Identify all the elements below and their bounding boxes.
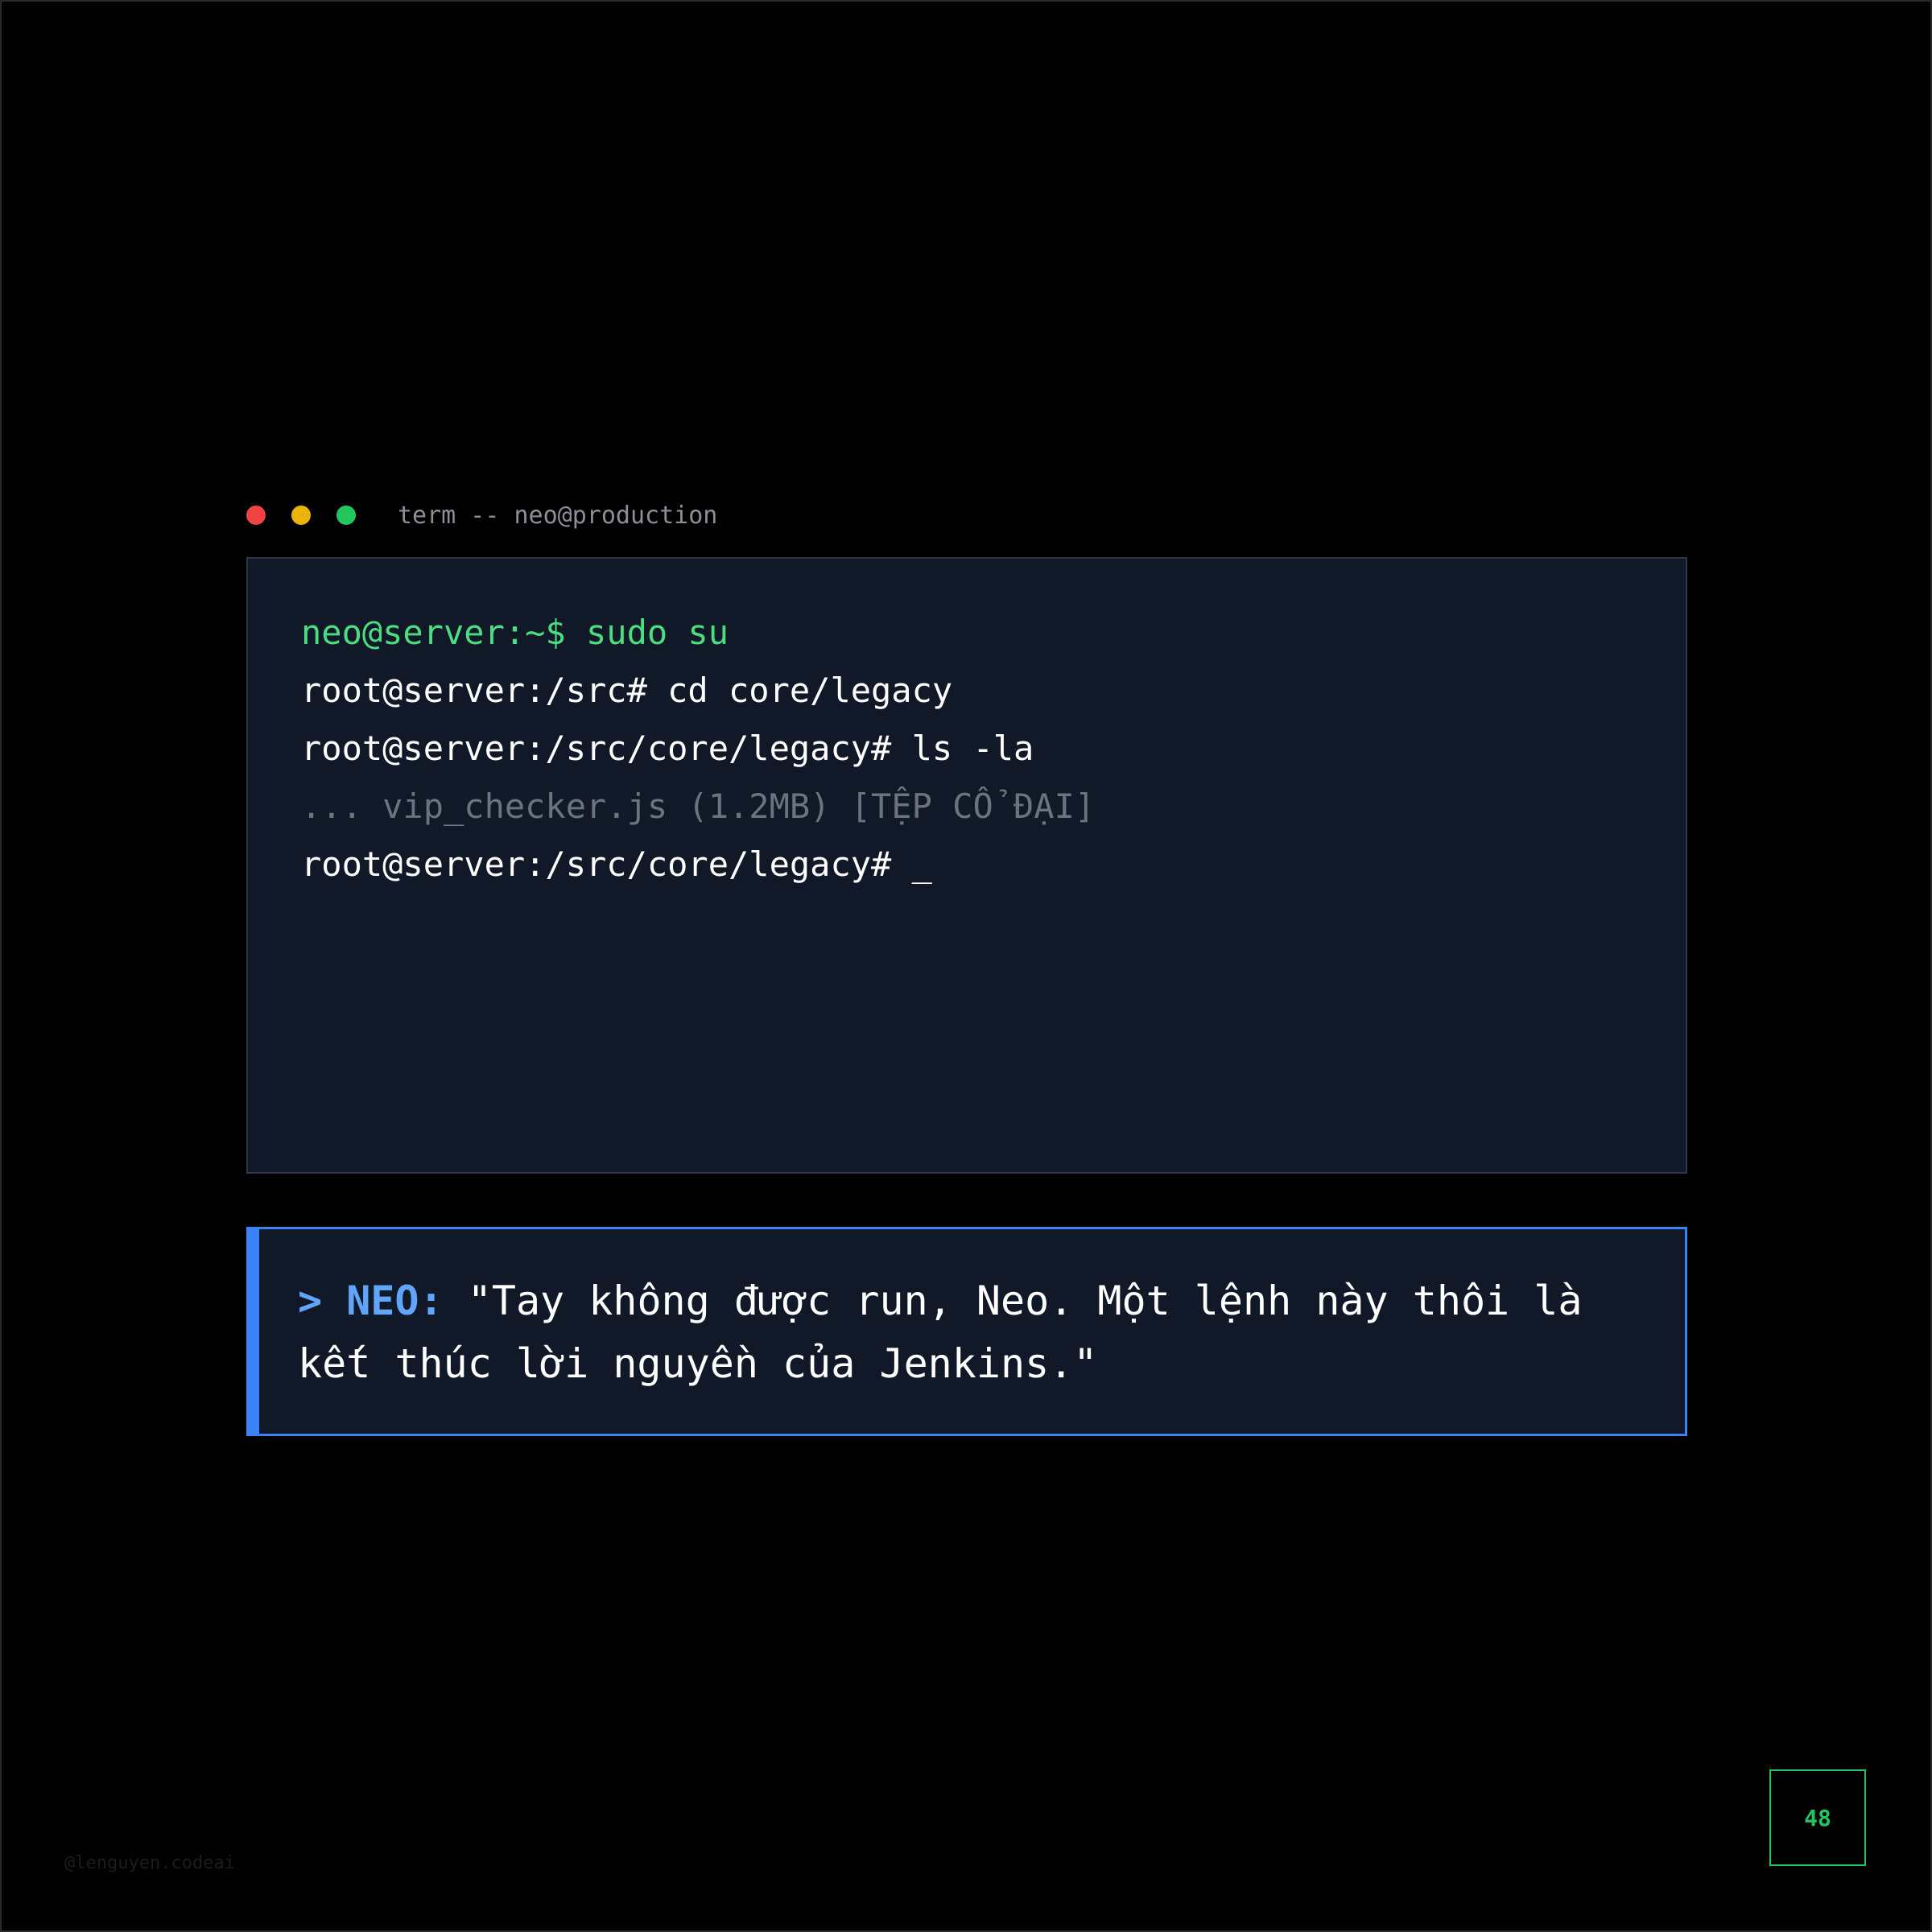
close-button[interactable] bbox=[246, 506, 266, 525]
minimize-button[interactable] bbox=[291, 506, 311, 525]
page-number: 48 bbox=[1804, 1804, 1831, 1831]
page-number-badge: 48 bbox=[1769, 1769, 1866, 1866]
dialogue-quote: "Tay không được run, Neo. Một lệnh này t… bbox=[298, 1278, 1583, 1387]
terminal-line: root@server:/src# cd core/legacy bbox=[301, 671, 953, 710]
window-title: term -- neo@production bbox=[398, 501, 718, 530]
window-titlebar: term -- neo@production bbox=[246, 501, 718, 530]
dialogue-box: > NEO: "Tay không được run, Neo. Một lện… bbox=[246, 1227, 1687, 1436]
terminal-panel[interactable]: neo@server:~$ sudo su root@server:/src# … bbox=[246, 557, 1687, 1174]
terminal-line: neo@server:~$ sudo su bbox=[301, 613, 729, 652]
maximize-button[interactable] bbox=[336, 506, 356, 525]
terminal-line: root@server:/src/core/legacy# ls -la bbox=[301, 729, 1034, 768]
speaker-label: > NEO: bbox=[298, 1278, 444, 1324]
terminal-prompt-line[interactable]: root@server:/src/core/legacy# _ bbox=[301, 836, 1686, 894]
terminal-line: ... vip_checker.js (1.2MB) [TỆP CỔ ĐẠI] bbox=[301, 786, 1096, 826]
watermark: @lenguyen.codeai bbox=[64, 1853, 235, 1873]
